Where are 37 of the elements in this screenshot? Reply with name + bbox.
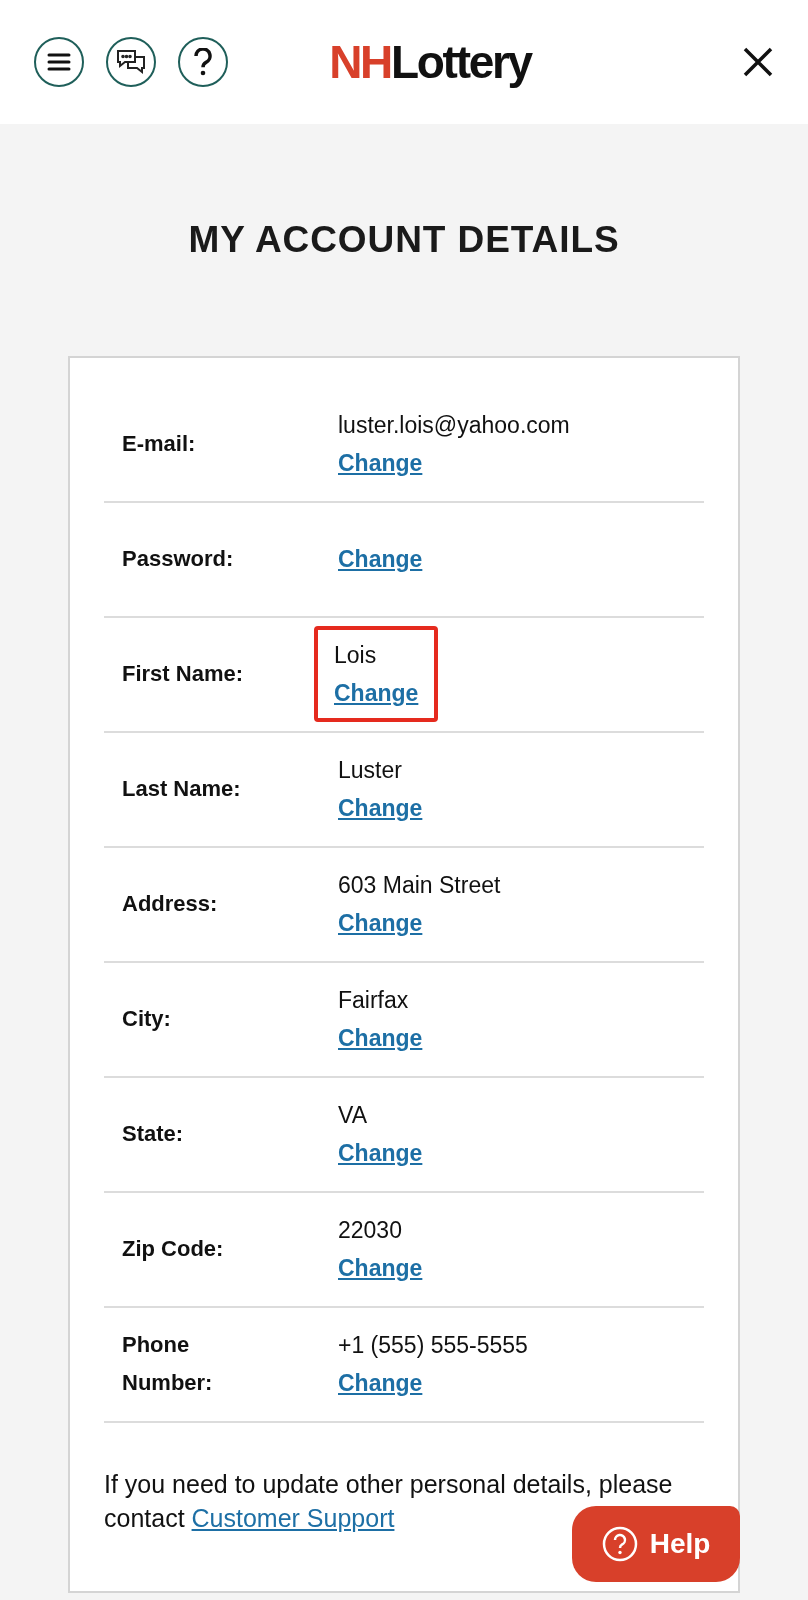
chat-icon bbox=[116, 48, 146, 76]
field-label: Address: bbox=[122, 890, 219, 918]
change-link[interactable]: Change bbox=[338, 1019, 423, 1057]
page-title: MY ACCOUNT DETAILS bbox=[187, 218, 621, 262]
field-value: VA bbox=[338, 1101, 368, 1130]
close-icon[interactable] bbox=[742, 46, 774, 78]
field-value: Lois bbox=[334, 641, 378, 670]
field-label: Zip Code: bbox=[122, 1235, 225, 1263]
menu-icon bbox=[47, 52, 71, 72]
field-value: +1 (555) 555-5555 bbox=[338, 1331, 528, 1360]
menu-button[interactable] bbox=[34, 37, 84, 87]
field-label: E-mail: bbox=[122, 430, 197, 458]
customer-support-link[interactable]: Customer Support bbox=[191, 1503, 395, 1532]
field-label: Password: bbox=[122, 545, 235, 573]
change-link[interactable]: Change bbox=[338, 444, 570, 482]
change-link[interactable]: Change bbox=[338, 789, 423, 827]
field-value: 22030 bbox=[338, 1216, 403, 1245]
help-button[interactable]: Help bbox=[572, 1506, 740, 1582]
change-link[interactable]: Change bbox=[338, 1249, 423, 1287]
field-label: Phone Number: bbox=[122, 1331, 214, 1397]
question-icon bbox=[601, 1526, 638, 1562]
field-label: State: bbox=[122, 1120, 185, 1148]
field-value: Luster bbox=[338, 756, 403, 785]
field-value: luster.lois@yahoo.com bbox=[338, 411, 570, 440]
change-link[interactable]: Change bbox=[338, 1134, 423, 1172]
chat-button[interactable] bbox=[106, 37, 156, 87]
field-value: Fairfax bbox=[338, 986, 410, 1015]
field-label: Last Name: bbox=[122, 775, 242, 803]
question-icon bbox=[193, 48, 213, 76]
field-label: First Name: bbox=[122, 660, 245, 688]
field-label: City: bbox=[122, 1005, 172, 1033]
change-link[interactable]: Change bbox=[338, 1364, 528, 1402]
change-link[interactable]: Change bbox=[338, 904, 501, 942]
field-value: 603 Main Street bbox=[338, 871, 501, 900]
change-link[interactable]: Change bbox=[338, 540, 423, 578]
change-link[interactable]: Change bbox=[334, 674, 419, 712]
help-icon-button[interactable] bbox=[178, 37, 228, 87]
